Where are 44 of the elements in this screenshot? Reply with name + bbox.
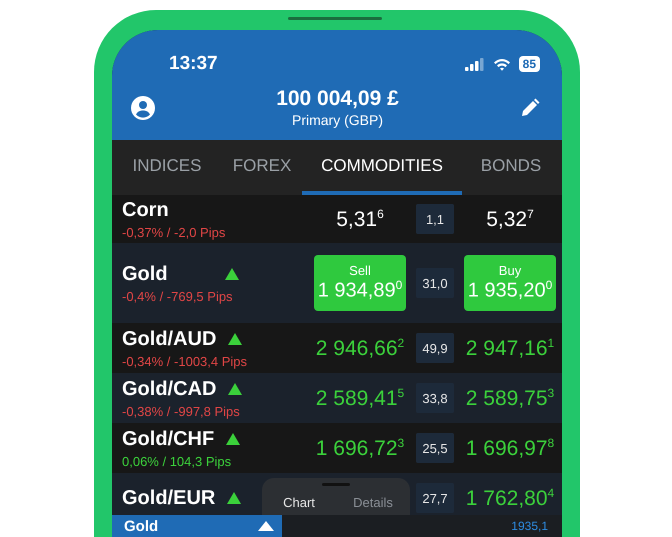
- price-change: -0,34% / -1003,4 Pips: [122, 354, 248, 368]
- edit-icon[interactable]: [520, 98, 540, 118]
- signal-icon: [464, 58, 485, 70]
- selected-instrument-bar[interactable]: Gold: [112, 515, 282, 537]
- instrument-name: Gold/AUD: [122, 328, 216, 350]
- instrument-name: Gold/CHF: [122, 428, 214, 450]
- price-change: 0,06% / 104,3 Pips: [122, 454, 232, 468]
- spread-value: 33,8: [416, 383, 454, 413]
- category-tab[interactable]: FOREX: [222, 140, 302, 195]
- instrument-row[interactable]: Gold/CAD -0,38% / -997,8 Pips 2 589,41$^{5}$ 33,8 2 589,75$^{3}$: [112, 373, 562, 423]
- price-change: -0,37% / -2,0 Pips: [122, 224, 226, 240]
- status-time: 13:37: [169, 53, 218, 75]
- category-tab[interactable]: INDICES: [112, 140, 222, 195]
- sheet-tab[interactable]: Details: [336, 490, 410, 515]
- bid-price: 2 589,41$^{5}$: [314, 386, 406, 410]
- battery-level: 85: [518, 56, 540, 72]
- price-change: -0,4% / -769,5 Pips: [122, 288, 234, 304]
- wifi-icon: [492, 58, 511, 70]
- price-label: 1935,1: [511, 519, 548, 533]
- spread-value: 1,1: [416, 204, 454, 234]
- profile-icon[interactable]: [131, 96, 155, 120]
- instrument-name: Gold/EUR: [122, 486, 216, 510]
- bid-price: 5,31$^{6}$: [335, 206, 385, 232]
- spread-value: 25,5: [416, 433, 454, 463]
- instrument-name: Gold: [124, 518, 158, 534]
- bid-price: 2 946,66$^{2}$: [314, 336, 406, 360]
- spread-value: 31,0: [416, 268, 454, 298]
- bid-price: 1 696,72$^{3}$: [314, 436, 406, 460]
- account-name: Primary (GBP): [292, 112, 383, 128]
- price-change: -0,38% / -997,8 Pips: [122, 404, 241, 418]
- ask-price: 1 762,80$^{4}$: [464, 486, 556, 510]
- account-balance: 100 004,09 £: [276, 87, 399, 111]
- up-triangle-icon: [258, 521, 274, 531]
- ask-price: 1 696,97$^{8}$: [464, 436, 556, 460]
- category-tab[interactable]: BONDS: [462, 140, 560, 195]
- ask-price: 5,32$^{7}$: [485, 206, 535, 232]
- instrument-name: Gold/CAD: [122, 378, 216, 400]
- instrument-name: Gold: [122, 262, 168, 286]
- spread-value: 27,7: [416, 483, 454, 513]
- ask-price: 2 589,75$^{3}$: [464, 386, 556, 410]
- spread-value: 49,9: [416, 333, 454, 363]
- drag-handle[interactable]: [322, 483, 350, 486]
- ask-price: 2 947,16$^{1}$: [464, 336, 556, 360]
- instrument-name: Corn: [122, 198, 169, 222]
